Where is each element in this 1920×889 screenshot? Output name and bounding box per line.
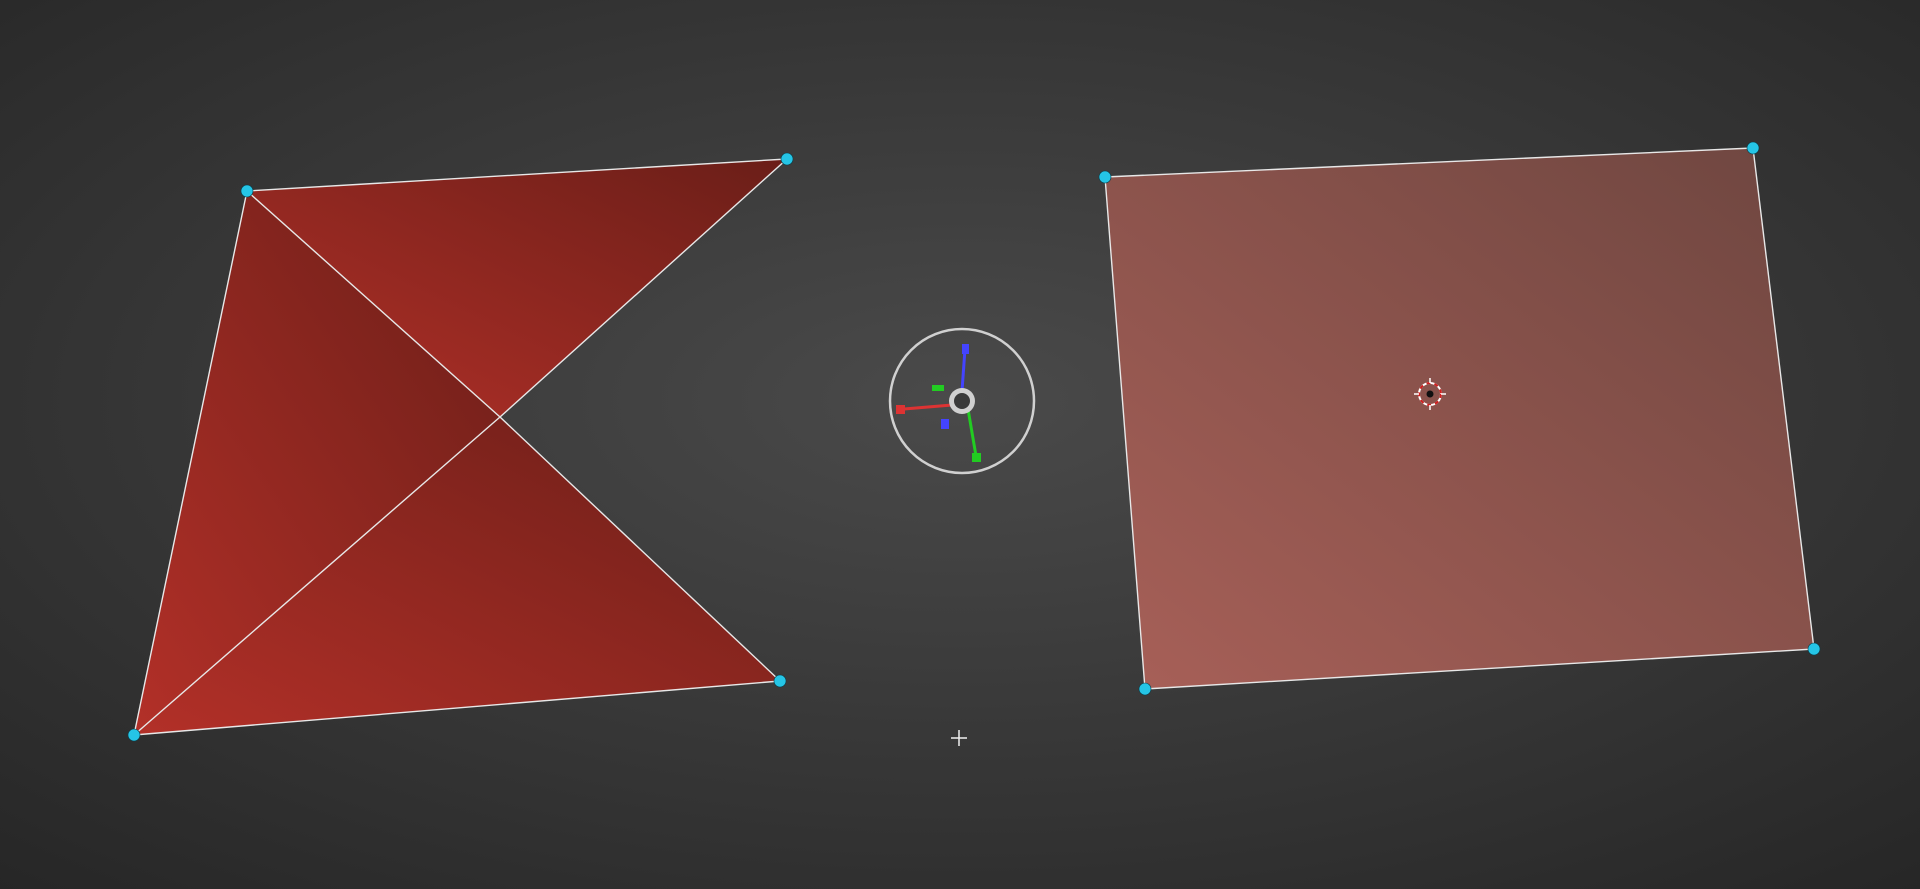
- gizmo-center-hole: [954, 393, 970, 409]
- vertex[interactable]: [128, 729, 140, 741]
- gizmo-axis-z-handle[interactable]: [962, 344, 969, 354]
- gizmo-neg-y-dot[interactable]: [932, 385, 944, 391]
- face[interactable]: [1105, 148, 1814, 689]
- gizmo-axis-x-handle[interactable]: [896, 405, 905, 414]
- mesh-right-plane[interactable]: [1099, 142, 1820, 695]
- vertex[interactable]: [1747, 142, 1759, 154]
- vertex[interactable]: [781, 153, 793, 165]
- vertex[interactable]: [774, 675, 786, 687]
- vertex[interactable]: [241, 185, 253, 197]
- gizmo-neg-z-dot[interactable]: [941, 419, 949, 429]
- gizmo-axis-y-handle[interactable]: [972, 453, 981, 462]
- vertex[interactable]: [1099, 171, 1111, 183]
- vertex[interactable]: [1139, 683, 1151, 695]
- scene-svg[interactable]: [0, 0, 1920, 889]
- viewport-3d[interactable]: [0, 0, 1920, 889]
- vertex[interactable]: [1808, 643, 1820, 655]
